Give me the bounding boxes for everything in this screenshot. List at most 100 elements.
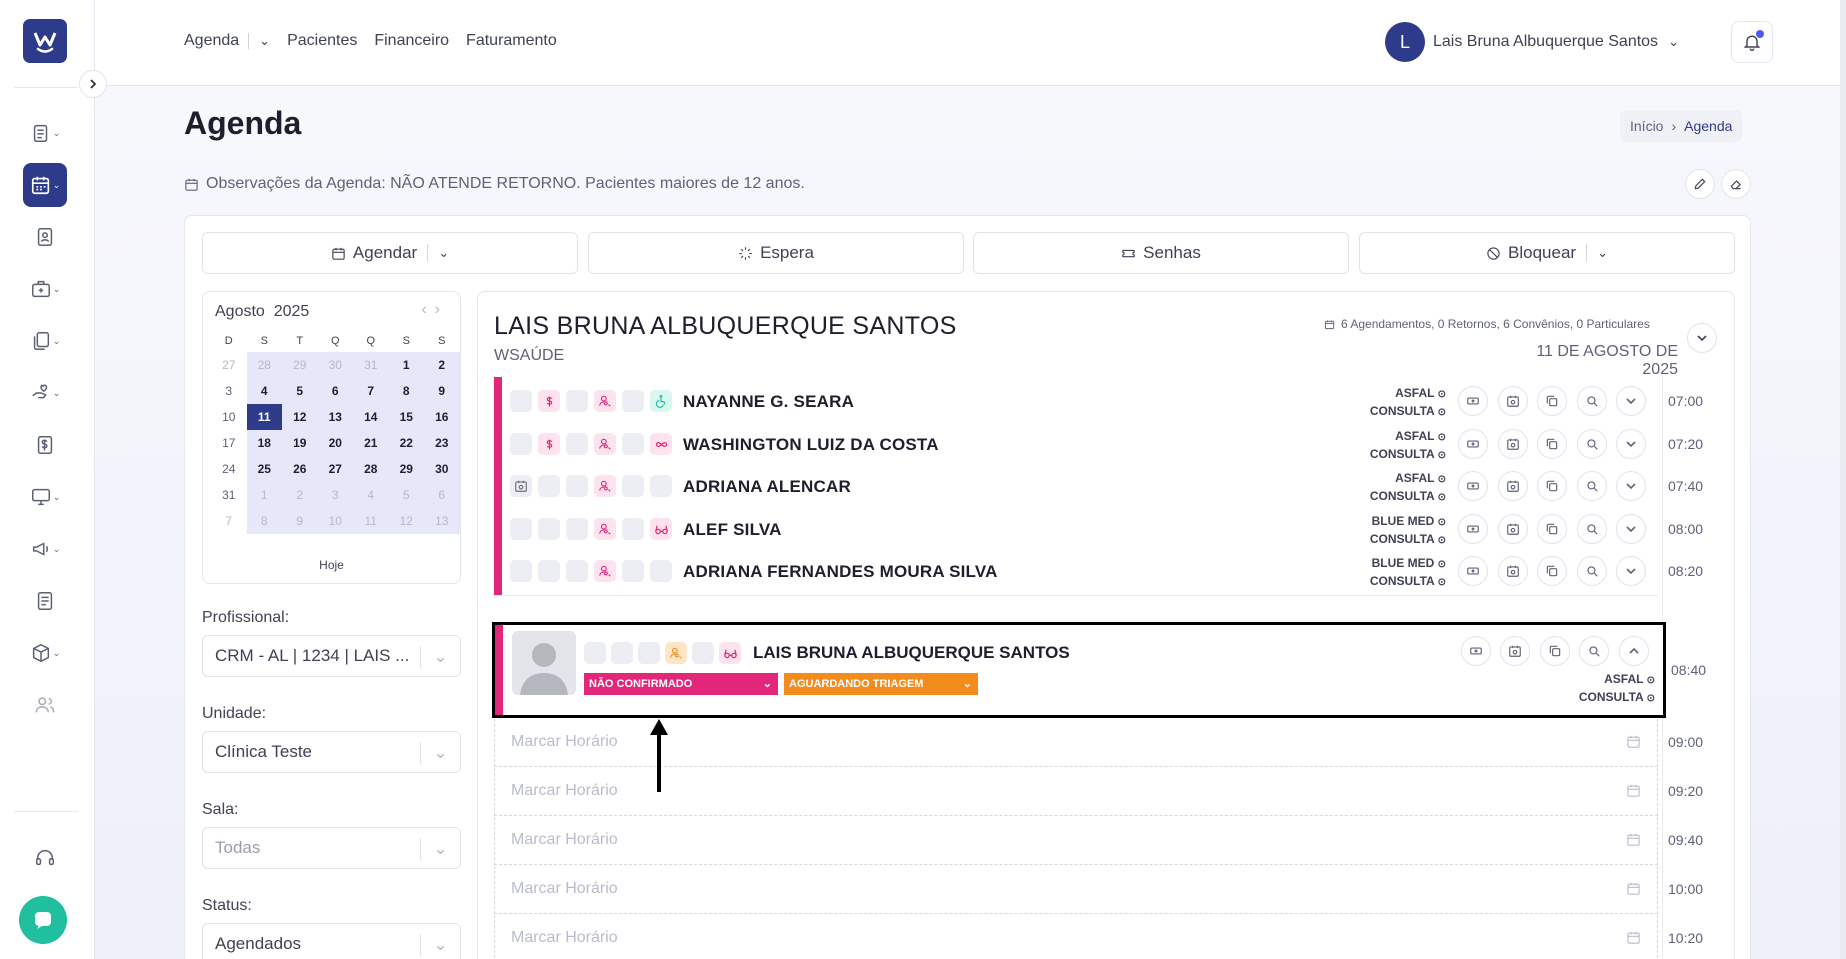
calendar-day[interactable]: 14: [353, 404, 389, 430]
search-button[interactable]: [1576, 386, 1607, 416]
search-button[interactable]: [1576, 514, 1607, 544]
calendar-day[interactable]: 10: [211, 404, 247, 430]
calendar-day[interactable]: 17: [211, 430, 247, 456]
user-search-icon[interactable]: [594, 560, 616, 582]
calendar-day[interactable]: 29: [282, 352, 318, 378]
patient-name[interactable]: LAIS BRUNA ALBUQUERQUE SANTOS: [753, 643, 1070, 663]
calendar-day[interactable]: 23: [424, 430, 460, 456]
sidebar-item-support[interactable]: [23, 838, 67, 878]
search-button[interactable]: [1579, 636, 1609, 666]
calendar-day[interactable]: 30: [317, 352, 353, 378]
glasses-icon[interactable]: [650, 518, 672, 540]
appointment-expanded[interactable]: LAIS BRUNA ALBUQUERQUE SANTOS NÃO CONFIR…: [492, 622, 1706, 718]
calendar-day[interactable]: 31: [211, 482, 247, 508]
nav-financeiro[interactable]: Financeiro: [374, 32, 449, 50]
empty-slot[interactable]: Marcar Horário: [494, 817, 1658, 865]
calendar-icon[interactable]: [1626, 734, 1641, 754]
calendar-day[interactable]: 30: [424, 456, 460, 482]
nav-faturamento[interactable]: Faturamento: [466, 32, 557, 50]
calendar-day[interactable]: 2: [282, 482, 318, 508]
calendar-icon[interactable]: [1626, 930, 1641, 950]
sidebar-item-records[interactable]: ⌄: [23, 113, 67, 153]
calendar-day[interactable]: 1: [388, 352, 424, 378]
user-search-icon[interactable]: [594, 518, 616, 540]
calendar-day[interactable]: 26: [282, 456, 318, 482]
expand-appointment-button[interactable]: [1616, 514, 1646, 544]
copy-button[interactable]: [1540, 636, 1570, 666]
user-search-icon[interactable]: [665, 642, 687, 664]
unidade-select[interactable]: Clínica Teste ⌄: [202, 731, 461, 773]
sidebar-item-monitor[interactable]: ⌄: [23, 477, 67, 517]
patient-name[interactable]: WASHINGTON LUIZ DA COSTA: [683, 435, 939, 455]
reschedule-button[interactable]: [1497, 471, 1528, 501]
patient-name[interactable]: NAYANNE G. SEARA: [683, 392, 854, 412]
expand-appointment-button[interactable]: [1616, 429, 1646, 459]
calendar-day[interactable]: 10: [317, 508, 353, 534]
calendar-day[interactable]: 11: [353, 508, 389, 534]
calendar-day[interactable]: 19: [282, 430, 318, 456]
calendar-day[interactable]: 8: [246, 508, 282, 534]
patient-name[interactable]: ADRIANA ALENCAR: [683, 477, 851, 497]
calendar-day[interactable]: 20: [317, 430, 353, 456]
appointment-row[interactable]: ADRIANA FERNANDES MOURA SILVA BLUE MED ⊙ C…: [494, 547, 1658, 596]
calendar-day[interactable]: 3: [211, 378, 247, 404]
ticket-button[interactable]: [1458, 386, 1488, 416]
senhas-button[interactable]: Senhas: [973, 232, 1349, 274]
calendar-day[interactable]: 6: [424, 482, 460, 508]
bloquear-button[interactable]: Bloquear ⌄: [1359, 232, 1735, 274]
reschedule-button[interactable]: [1497, 514, 1528, 544]
sidebar-item-inventory[interactable]: ⌄: [23, 633, 67, 673]
calendar-day[interactable]: 4: [246, 378, 282, 404]
clear-observations-button[interactable]: [1721, 169, 1751, 199]
calendar-day[interactable]: 7: [211, 508, 247, 534]
ticket-button[interactable]: [1458, 556, 1488, 586]
ticket-button[interactable]: [1458, 471, 1488, 501]
calendar-day[interactable]: 13: [424, 508, 460, 534]
dollar-icon[interactable]: [538, 390, 560, 412]
calendar-day[interactable]: 6: [317, 378, 353, 404]
calendar-day[interactable]: 12: [282, 404, 318, 430]
user-search-icon[interactable]: [594, 390, 616, 412]
reschedule-button[interactable]: [1497, 556, 1528, 586]
calendar-day[interactable]: 21: [353, 430, 389, 456]
calendar-day[interactable]: 9: [282, 508, 318, 534]
calendar-day[interactable]: 12: [388, 508, 424, 534]
empty-slot[interactable]: Marcar Horário: [494, 768, 1658, 816]
ticket-button[interactable]: [1458, 429, 1488, 459]
user-menu[interactable]: L Lais Bruna Albuquerque Santos ⌄: [1385, 22, 1679, 62]
calendar-day[interactable]: 3: [317, 482, 353, 508]
calendar-day[interactable]: 5: [388, 482, 424, 508]
calendar-day[interactable]: 31: [353, 352, 389, 378]
patient-name[interactable]: ADRIANA FERNANDES MOURA SILVA: [683, 562, 998, 582]
chevron-left-icon[interactable]: ‹: [421, 301, 434, 318]
today-button[interactable]: Hoje: [203, 558, 460, 572]
search-button[interactable]: [1576, 471, 1607, 501]
infinity-icon[interactable]: [650, 433, 672, 455]
glasses-icon[interactable]: [719, 642, 741, 664]
chevron-down-icon[interactable]: ⌄: [259, 33, 270, 49]
calendar-day[interactable]: 13: [317, 404, 353, 430]
sidebar-item-documents[interactable]: ⌄: [23, 321, 67, 361]
calendar-day[interactable]: 11: [246, 404, 282, 430]
calendar-day[interactable]: 27: [317, 456, 353, 482]
expand-appointment-button[interactable]: [1616, 556, 1646, 586]
sidebar-item-agenda[interactable]: ⌄: [23, 163, 67, 207]
edit-observations-button[interactable]: [1685, 169, 1715, 199]
notifications-button[interactable]: [1731, 21, 1773, 63]
calendar-day[interactable]: 5: [282, 378, 318, 404]
copy-button[interactable]: [1537, 556, 1567, 586]
breadcrumb-home[interactable]: Início: [1630, 118, 1663, 134]
sidebar-item-marketing[interactable]: ⌄: [23, 529, 67, 569]
sidebar-item-finance[interactable]: [23, 425, 67, 465]
calendar-day[interactable]: 2: [424, 352, 460, 378]
sidebar-item-procedures[interactable]: ⌄: [23, 373, 67, 413]
calendar-day[interactable]: 22: [388, 430, 424, 456]
calendar-day[interactable]: 8: [388, 378, 424, 404]
agendar-button[interactable]: Agendar ⌄: [202, 232, 578, 274]
empty-slot[interactable]: Marcar Horário: [494, 915, 1658, 959]
espera-button[interactable]: Espera: [588, 232, 964, 274]
reschedule-button[interactable]: [1497, 386, 1528, 416]
empty-slot[interactable]: Marcar Horário: [494, 866, 1658, 914]
profissional-select[interactable]: CRM - AL | 1234 | LAIS ... ⌄: [202, 635, 461, 677]
chevron-right-icon[interactable]: ›: [435, 301, 448, 318]
